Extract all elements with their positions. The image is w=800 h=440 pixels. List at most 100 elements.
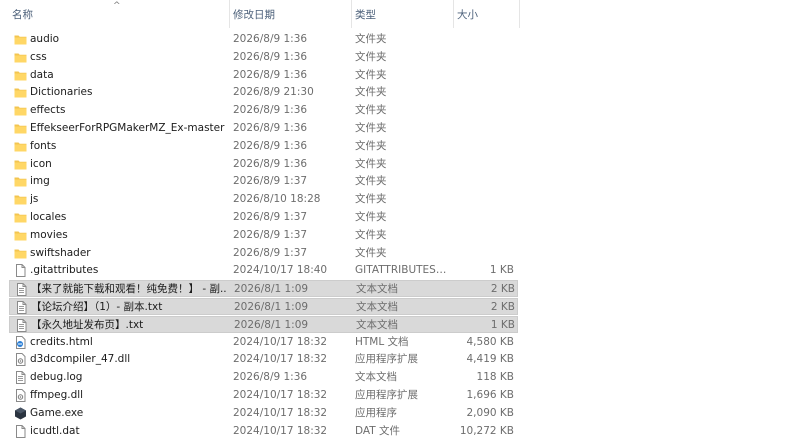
file-name: icudtl.dat [30, 424, 80, 437]
file-name: js [30, 193, 39, 206]
sort-ascending-icon: ^ [113, 1, 121, 11]
file-modified-date: 2026/8/9 1:36 [233, 157, 308, 170]
file-row[interactable]: locales 2026/8/9 1:37 文件夹 [9, 209, 518, 226]
file-modified-date: 2026/8/10 18:28 [233, 193, 321, 206]
column-header-bar: 名称 ^ 修改日期 类型 大小 [0, 0, 520, 28]
file-row[interactable]: audio 2026/8/9 1:36 文件夹 [9, 31, 518, 48]
file-size: 1 KB [489, 264, 514, 277]
file-row[interactable]: Game.exe 2024/10/17 18:32 应用程序 2,090 KB [9, 405, 518, 422]
file-size [451, 67, 514, 84]
folder-icon [14, 193, 27, 206]
file-modified-date: 2026/8/9 1:36 [233, 139, 308, 152]
file-row[interactable]: icudtl.dat 2024/10/17 18:32 DAT 文件 10,272 K… [9, 423, 518, 440]
column-header-type-label: 类型 [355, 9, 376, 21]
file-name: .gitattributes [30, 264, 99, 277]
file-row[interactable]: effects 2026/8/9 1:36 文件夹 [9, 102, 518, 119]
column-header-type[interactable]: 类型 [351, 0, 452, 28]
column-header-size[interactable]: 大小 [453, 0, 520, 28]
column-header-name-label: 名称 [12, 9, 33, 21]
file-row[interactable]: ffmpeg.dll 2024/10/17 18:32 应用程序扩展 1,696 KB [9, 387, 518, 404]
file-size [451, 31, 514, 48]
file-modified-date: 2024/10/17 18:32 [233, 353, 328, 366]
file-type: 文本文档 [356, 318, 398, 331]
folder-icon [14, 33, 27, 46]
file-row[interactable]: movies 2026/8/9 1:37 文件夹 [9, 227, 518, 244]
file-name: fonts [30, 139, 57, 152]
file-modified-date: 2026/8/9 1:36 [233, 371, 308, 384]
column-header-date-label: 修改日期 [233, 9, 275, 21]
file-type: 文件夹 [355, 157, 387, 170]
file-icon [14, 424, 27, 438]
file-modified-date: 2026/8/9 1:37 [233, 246, 308, 259]
file-size: 2,090 KB [466, 406, 515, 419]
file-row[interactable]: 【永久地址发布页】.txt 2026/8/1 1:09 文本文档 1 KB [9, 315, 518, 333]
file-row[interactable]: swiftshader 2026/8/9 1:37 文件夹 [9, 245, 518, 262]
file-size [451, 209, 514, 226]
file-modified-date: 2026/8/9 1:36 [233, 104, 308, 117]
file-modified-date: 2026/8/9 1:36 [233, 33, 308, 45]
file-type: 应用程序 [355, 406, 397, 419]
file-name: Dictionaries [30, 86, 93, 99]
folder-icon [14, 86, 27, 99]
file-row[interactable]: img 2026/8/9 1:37 文件夹 [9, 173, 518, 190]
file-row[interactable]: debug.log 2026/8/9 1:36 文本文档 118 KB [9, 369, 518, 386]
column-header-date[interactable]: 修改日期 [229, 0, 350, 28]
file-type: 文件夹 [355, 246, 387, 259]
file-row[interactable]: EffekseerForRPGMakerMZ_Ex-master 2026/8/9… [9, 120, 518, 137]
file-type: 文件夹 [355, 122, 387, 134]
file-size [451, 156, 514, 173]
file-row[interactable]: 【来了就能下载和观看！纯免费！】 - 副... 2026/8/1 1:09 文本文档… [9, 280, 518, 298]
file-name: Game.exe [30, 406, 84, 419]
file-type: 文本文档 [356, 283, 398, 296]
file-row[interactable]: 【论坛介绍】（1）- 副本.txt 2026/8/1 1:09 文本文档 2 KB [9, 298, 518, 315]
file-modified-date: 2026/8/9 1:37 [233, 211, 308, 223]
file-name: img [30, 175, 50, 188]
folder-icon [14, 140, 27, 153]
file-type: 文件夹 [355, 211, 387, 223]
file-name: ffmpeg.dll [30, 389, 84, 401]
file-row[interactable]: icon 2026/8/9 1:36 文件夹 [9, 156, 518, 173]
file-row[interactable]: js 2026/8/10 18:28 文件夹 [9, 191, 518, 208]
folder-icon [14, 158, 27, 171]
file-type: 应用程序扩展 [355, 353, 418, 366]
folder-icon [14, 104, 27, 117]
file-type: 应用程序扩展 [355, 389, 418, 401]
html-file-icon [14, 335, 27, 349]
file-row[interactable]: css 2026/8/9 1:36 文件夹 [9, 49, 518, 66]
text-file-icon [15, 318, 28, 332]
file-modified-date: 2026/8/9 21:30 [233, 86, 314, 99]
file-type: 文件夹 [355, 68, 387, 81]
file-modified-date: 2024/10/17 18:32 [233, 406, 328, 419]
file-modified-date: 2026/8/9 1:36 [233, 68, 308, 81]
folder-icon [14, 69, 27, 82]
file-row[interactable]: credits.html 2024/10/17 18:32 HTML 文档 4,580… [9, 334, 518, 351]
file-type: 文件夹 [355, 175, 387, 188]
file-row[interactable]: Dictionaries 2026/8/9 21:30 文件夹 [9, 84, 518, 101]
file-size [451, 245, 514, 262]
file-name: data [30, 68, 54, 81]
file-name: css [30, 50, 47, 63]
file-size: 4,580 KB [466, 335, 515, 348]
file-type: GITATTRIBUTES ... [355, 264, 449, 277]
file-modified-date: 2024/10/17 18:32 [233, 389, 328, 401]
file-size: 2 KB [490, 301, 515, 313]
file-name: EffekseerForRPGMakerMZ_Ex-master [30, 122, 225, 134]
file-modified-date: 2026/8/9 1:36 [233, 122, 308, 134]
file-row[interactable]: d3dcompiler_47.dll 2024/10/17 18:32 应用程序扩展… [9, 351, 518, 368]
folder-icon [14, 247, 27, 260]
text-file-icon [14, 371, 27, 385]
file-size [451, 227, 514, 244]
file-type: HTML 文档 [355, 335, 409, 348]
file-name: 【来了就能下载和观看！纯免费！】 - 副... [31, 283, 227, 296]
file-row[interactable]: data 2026/8/9 1:36 文件夹 [9, 67, 518, 84]
file-row[interactable]: fonts 2026/8/9 1:36 文件夹 [9, 138, 518, 155]
file-size: 10,272 KB [459, 424, 514, 437]
file-type: DAT 文件 [355, 424, 401, 437]
file-size: 2 KB [490, 283, 515, 296]
folder-icon [14, 51, 27, 64]
file-size [451, 84, 514, 101]
file-modified-date: 2026/8/9 1:37 [233, 175, 308, 188]
file-name: d3dcompiler_47.dll [30, 353, 131, 366]
file-row[interactable]: .gitattributes 2024/10/17 18:40 GITATTRIBU… [9, 262, 518, 279]
file-size [451, 49, 514, 66]
